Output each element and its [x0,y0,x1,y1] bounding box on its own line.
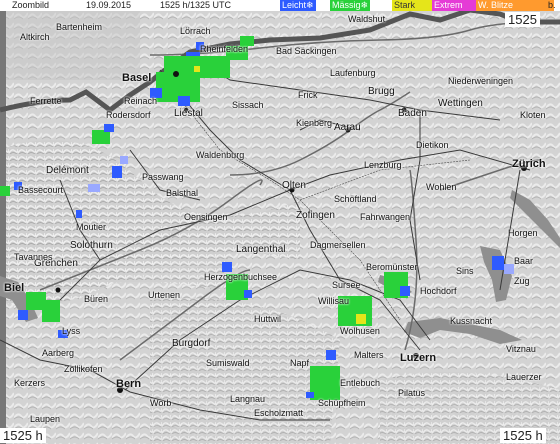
place-label: Sins [456,266,474,276]
place-label: Sissach [232,100,264,110]
place-label: Zürich [512,158,546,170]
place-label: Bad Säckingen [276,46,337,56]
legend-extrem: Extrem [432,0,476,11]
place-label: Tavannes [14,252,53,262]
legend-massig: Mässig❄ [330,0,371,11]
place-label: Biel [4,282,25,294]
place-label: Urtenen [148,290,181,300]
place-label: Herzogenbuchsee [204,272,278,282]
snowflake-icon: ❄ [306,0,314,10]
place-label: Passwang [142,172,184,182]
place-label: Wettingen [438,98,483,109]
legend-leicht: Leicht❄ [280,0,316,11]
date-label: 19.09.2015 [86,0,132,10]
place-label: Langnau [230,394,266,404]
place-label: Lauerzer [506,372,542,382]
place-label: Rodersdorf [106,110,151,120]
place-label: Zug [514,276,530,286]
place-label: Willisau [318,296,350,306]
place-label: Liestal [174,108,203,119]
map-header: Zoombild 19.09.2015 1525 h/1325 UTC Leic… [0,0,560,11]
place-label: Delémont [46,165,89,176]
place-label: Vitznau [506,344,536,354]
place-label: Zollikofen [64,364,103,374]
place-label: Lyss [62,326,81,336]
legend-stark: Stark [392,0,432,11]
place-label: Bartenheim [56,22,103,32]
place-label: Baar [514,256,534,266]
place-label: Reinach [124,96,158,106]
place-label: Waldshut [348,14,386,24]
place-label: Rheinfelden [200,44,249,54]
place-label: Entlebuch [340,378,381,388]
place-label: Dagmersellen [310,240,366,250]
place-label: Wohlen [426,182,457,192]
place-label: Luzern [400,352,437,364]
place-label: Sumiswald [206,358,250,368]
legend-tail: b. [548,0,556,10]
snowflake-icon: ❄ [360,0,369,10]
place-label: Worb [150,398,172,408]
place-label: Beromünster [366,262,418,272]
corner-time-bottom-left: 1525 h [0,428,46,443]
place-label: Schüpfheim [318,398,366,408]
place-label: Bern [116,378,142,390]
place-label: Pilatus [398,388,426,398]
time-label: 1525 h/1325 UTC [160,0,232,10]
place-label: Kienberg [296,118,333,128]
place-label: Langenthal [236,244,286,255]
place-label: Basel [122,72,152,84]
place-label: Malters [354,350,384,360]
place-label: Moutier [76,222,107,232]
place-label: Sursee [332,280,361,290]
place-label: Aarau [334,122,361,133]
place-label: Kloten [520,110,546,120]
place-label: Oensingen [184,212,228,222]
place-label: Lörrach [180,26,211,36]
place-label: Ferrette [30,96,62,106]
place-label: Solothurn [70,240,113,251]
product-label: Zoombild [12,0,50,10]
place-label: Brugg [368,86,395,97]
corner-time-top-right: 1525 [505,12,540,27]
place-label: Hochdorf [420,286,457,296]
place-label: Frick [298,90,318,100]
place-label: Lenzburg [364,160,402,170]
place-label: Kerzers [14,378,46,388]
place-label: Wolhusen [340,326,380,336]
place-label: Kussnacht [450,316,493,326]
corner-time-bottom-right: 1525 h [500,428,546,443]
place-label: Burgdorf [172,338,211,349]
place-label: Schöftland [334,194,377,204]
place-label: Waldenburg [196,150,245,160]
place-label: Niederweningen [448,76,514,86]
place-label: Zofingen [296,210,335,221]
place-label: Olten [282,180,306,191]
place-label: Baden [398,108,427,119]
legend-blitze: W. Blitze [476,0,554,11]
place-label: Fahrwangen [360,212,411,222]
place-label: Laufenburg [330,68,376,78]
place-label: Napf [290,358,310,368]
place-label: Büren [84,294,109,304]
place-label: Bassecourt [18,185,64,195]
place-label: Balsthal [166,188,199,198]
place-label: Laupen [30,414,61,424]
place-label: Huttwil [254,314,282,324]
place-label: Altkirch [20,32,50,42]
place-label: Escholzmatt [254,408,304,418]
place-label: Aarberg [42,348,75,358]
place-label: Dietikon [416,140,449,150]
place-label: Horgen [508,228,538,238]
